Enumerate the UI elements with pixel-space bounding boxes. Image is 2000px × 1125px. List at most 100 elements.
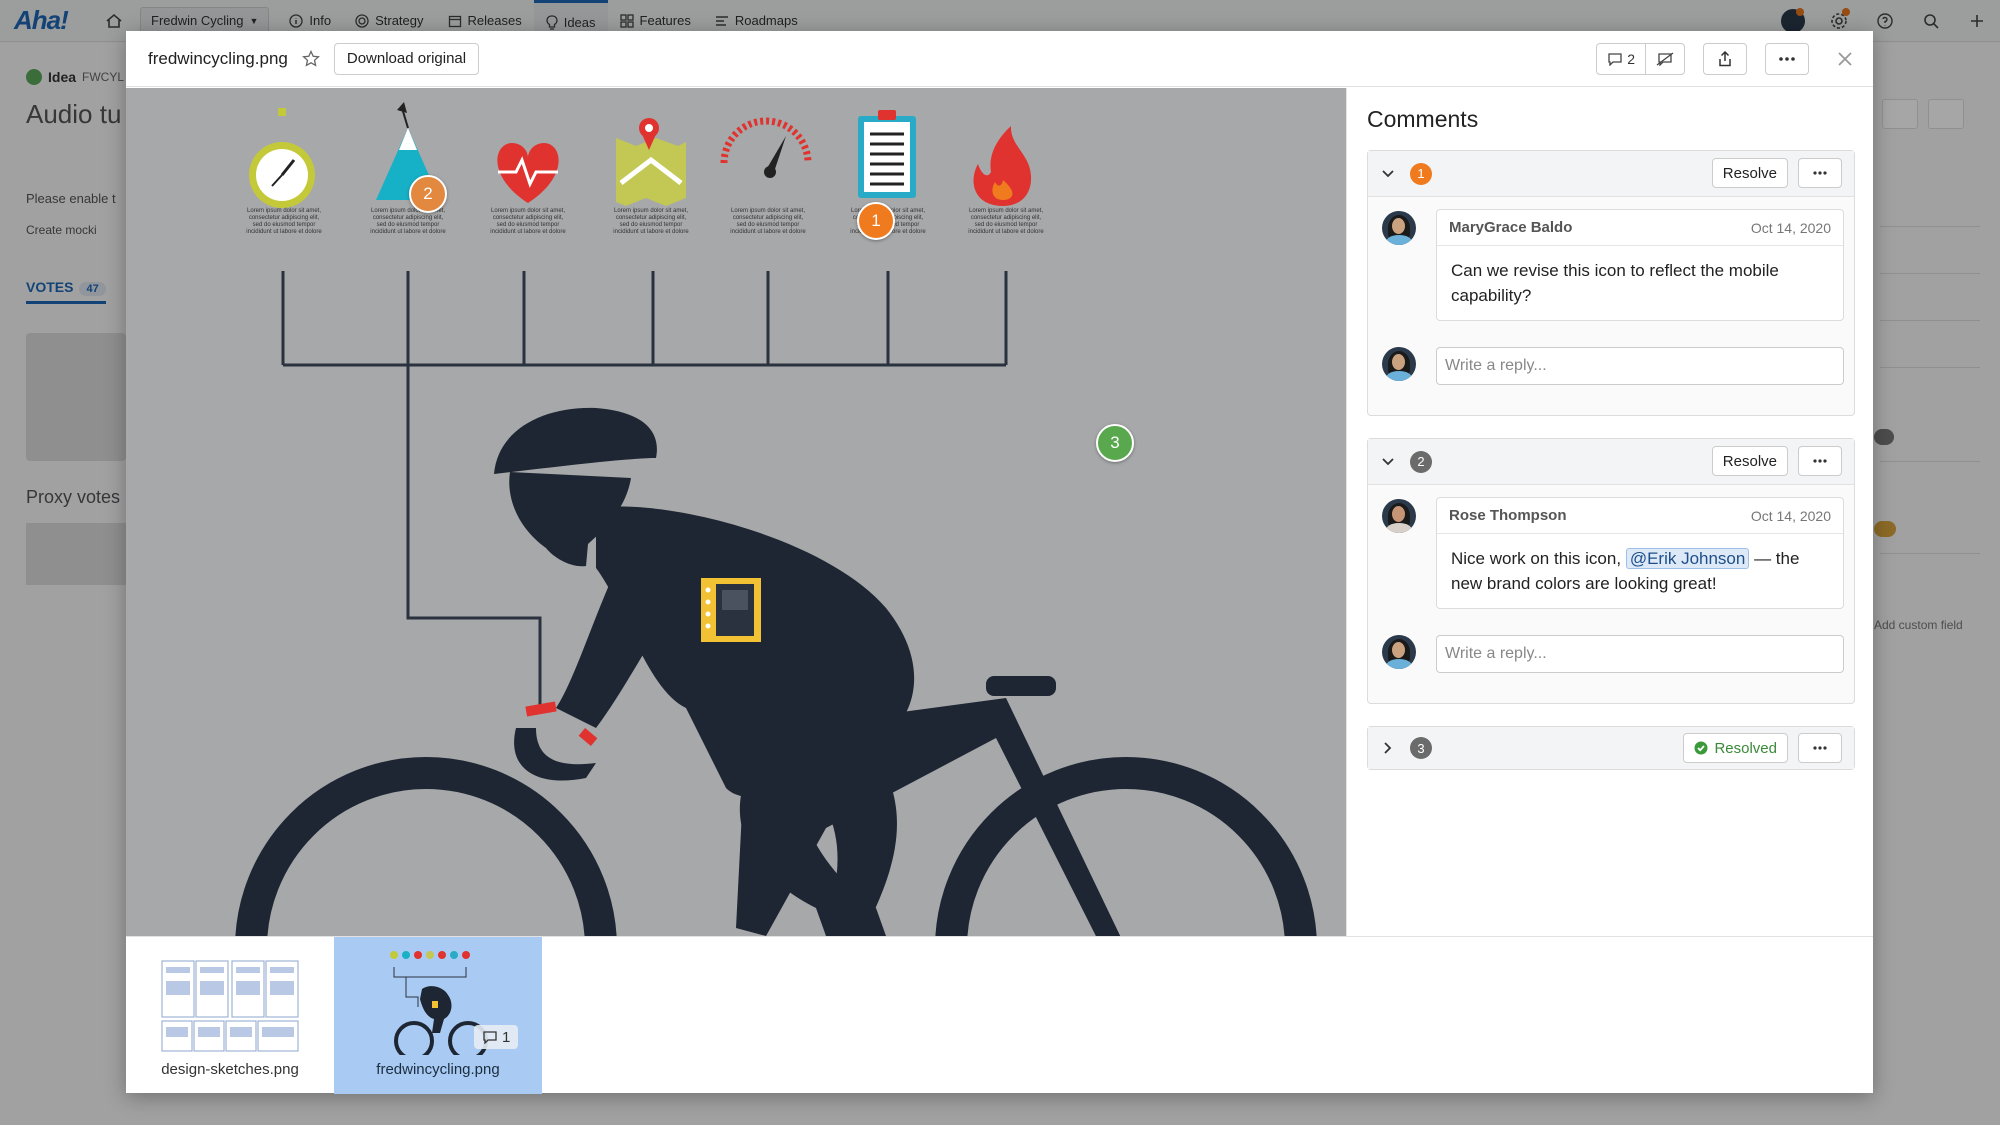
user-mention[interactable]: @Erik Johnson <box>1625 548 1750 569</box>
attachment-viewer-modal: fredwincycling.png Download original 2 L… <box>126 31 1873 1094</box>
resolved-button[interactable]: Resolved <box>1683 733 1788 763</box>
thumbnail-comment-count: 1 <box>502 1028 511 1046</box>
design-sketches-preview <box>161 960 299 1052</box>
caption-line: Lorem ipsum dolor sit amet, <box>490 208 566 214</box>
caption-line: incididunt ut labore et dolore <box>370 229 446 235</box>
thumbnail-fredwincycling[interactable]: 1 fredwincycling.png <box>334 937 542 1094</box>
comment-thread-1: 1 Resolve MaryGrace Baldo Oct 14, 2020 C… <box>1367 150 1855 416</box>
comment-icon <box>1608 53 1622 66</box>
comment-toggle-group: 2 <box>1596 43 1685 75</box>
avatar <box>1382 635 1416 669</box>
comment-date: Oct 14, 2020 <box>1750 507 1831 524</box>
check-circle-icon <box>1694 741 1708 755</box>
comment-count: 2 <box>1627 51 1635 67</box>
comment-card: MaryGrace Baldo Oct 14, 2020 Can we revi… <box>1436 209 1844 321</box>
icon-caption-7: Lorem ipsum dolor sit amet, consectetur a… <box>961 208 1051 236</box>
comment-icon <box>483 1031 497 1044</box>
share-icon <box>1719 51 1731 67</box>
reply-input[interactable]: Write a reply... <box>1436 347 1844 385</box>
speedometer-icon <box>720 117 812 178</box>
reply-input[interactable]: Write a reply... <box>1436 635 1844 673</box>
close-icon[interactable] <box>1835 49 1855 69</box>
share-button[interactable] <box>1703 43 1747 75</box>
comment-author: Rose Thompson <box>1449 507 1567 524</box>
ellipsis-icon <box>1779 57 1795 61</box>
clipboard-icon <box>858 110 916 198</box>
caption-line: incididunt ut labore et dolore <box>246 229 322 235</box>
chevron-down-icon[interactable] <box>1380 454 1396 470</box>
thread-header: 1 Resolve <box>1368 151 1854 197</box>
thread-actions: Resolved <box>1683 733 1842 763</box>
caption-line: incididunt ut labore et dolore <box>968 229 1044 235</box>
image-canvas[interactable]: Lorem ipsum dolor sit amet, consectetur a… <box>126 88 1346 936</box>
thread-number-badge: 2 <box>1410 450 1432 473</box>
resolved-label: Resolved <box>1714 739 1777 757</box>
caption-line: sed do eiusmod tempor <box>376 222 440 228</box>
flame-icon <box>973 126 1032 206</box>
comment-pin-3[interactable]: 3 <box>1096 424 1134 462</box>
caption-line: Lorem ipsum dolor sit amet, <box>246 208 322 214</box>
avatar <box>1382 347 1416 381</box>
resolve-button[interactable]: Resolve <box>1711 158 1788 188</box>
comment-pin-1[interactable]: 1 <box>857 202 895 240</box>
thread-more-button[interactable] <box>1798 733 1842 763</box>
hide-comments-button[interactable] <box>1645 44 1684 74</box>
caption-line: consectetur adipiscing elit, <box>492 215 564 221</box>
caption-line: Lorem ipsum dolor sit amet, <box>730 208 806 214</box>
comment-off-icon <box>1656 52 1674 66</box>
thread-more-button[interactable] <box>1798 158 1842 188</box>
comment-thread-2: 2 Resolve Rose Thompson Oct 14, 2020 Nic… <box>1367 438 1855 704</box>
file-name: fredwincycling.png <box>148 48 288 68</box>
icon-caption-4: Lorem ipsum dolor sit amet, consectetur a… <box>606 208 696 236</box>
comment-text-start: Nice work on this icon, <box>1451 549 1622 568</box>
comment-meta: MaryGrace Baldo Oct 14, 2020 <box>1437 210 1843 246</box>
thread-actions: Resolve <box>1711 158 1842 188</box>
icon-caption-3: Lorem ipsum dolor sit amet, consectetur a… <box>483 208 573 236</box>
ellipsis-icon <box>1813 171 1827 175</box>
thread-more-button[interactable] <box>1798 446 1842 476</box>
modal-header-actions: 2 <box>1596 43 1855 75</box>
phone-gadget-icon <box>701 578 761 642</box>
caption-line: Lorem ipsum dolor sit amet, <box>613 208 689 214</box>
avatar <box>1382 211 1416 245</box>
attachment-thumbnails: design-sketches.png 1 fredwincycling.png <box>126 936 1873 1094</box>
caption-line: consectetur adipiscing elit, <box>248 215 320 221</box>
comment-text: Nice work on this icon, @Erik Johnson — … <box>1437 534 1843 608</box>
caption-line: consectetur adipiscing elit, <box>615 215 687 221</box>
thread-header: 2 Resolve <box>1368 439 1854 485</box>
comment-thread-3: 3 Resolved <box>1367 726 1855 770</box>
resolve-button[interactable]: Resolve <box>1711 446 1788 476</box>
map-icon <box>616 118 686 206</box>
caption-line: consectetur adipiscing elit, <box>372 215 444 221</box>
caption-line: incididunt ut labore et dolore <box>490 229 566 235</box>
chevron-down-icon[interactable] <box>1380 166 1396 182</box>
caption-line: sed do eiusmod tempor <box>736 222 800 228</box>
icon-caption-2: Lorem ipsum dolor sit amet, consectetur a… <box>363 208 453 236</box>
comment-date: Oct 14, 2020 <box>1750 219 1831 236</box>
icon-caption-1: Lorem ipsum dolor sit amet, consectetur a… <box>239 208 329 236</box>
caption-line: sed do eiusmod tempor <box>496 222 560 228</box>
comment-meta: Rose Thompson Oct 14, 2020 <box>1437 498 1843 534</box>
caption-line: consectetur adipiscing elit, <box>732 215 804 221</box>
comment-pin-2[interactable]: 2 <box>409 175 447 213</box>
stopwatch-icon <box>249 108 315 208</box>
caption-line: Lorem ipsum dolor sit amet, <box>968 208 1044 214</box>
download-original-button[interactable]: Download original <box>333 42 480 75</box>
icon-caption-5: Lorem ipsum dolor sit amet, consectetur a… <box>723 208 813 236</box>
thread-header: 3 Resolved <box>1368 727 1854 769</box>
caption-line: sed do eiusmod tempor <box>974 222 1038 228</box>
thumbnail-comment-badge: 1 <box>474 1025 519 1049</box>
comments-toggle-button[interactable]: 2 <box>1597 44 1645 74</box>
comment-author: MaryGrace Baldo <box>1449 219 1573 236</box>
thumbnail-design-sketches[interactable]: design-sketches.png <box>126 937 334 1094</box>
more-options-button[interactable] <box>1765 43 1809 75</box>
chevron-right-icon[interactable] <box>1380 740 1396 756</box>
caption-line: sed do eiusmod tempor <box>619 222 683 228</box>
star-icon[interactable] <box>301 49 322 69</box>
caption-line: incididunt ut labore et dolore <box>730 229 806 235</box>
heart-icon <box>497 143 559 203</box>
thread-number-badge: 1 <box>1410 162 1432 185</box>
thumbnail-caption: design-sketches.png <box>161 1061 299 1078</box>
avatar <box>1382 499 1416 533</box>
comments-title: Comments <box>1367 106 1479 132</box>
